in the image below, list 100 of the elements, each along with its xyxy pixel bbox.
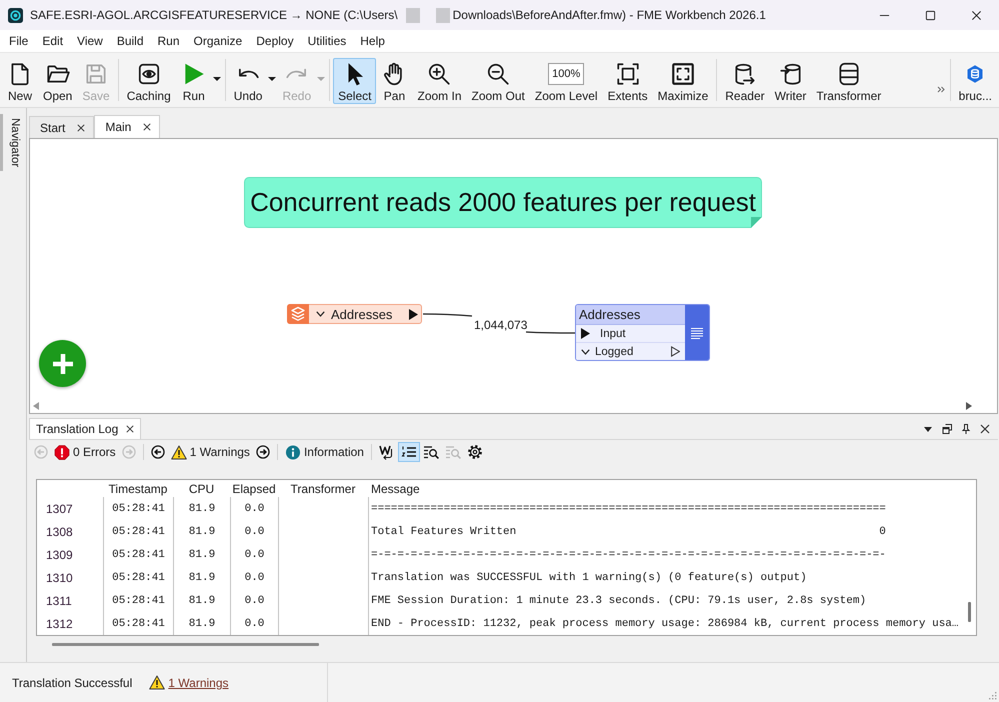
list-icon [400,444,417,460]
output-port-icon[interactable] [671,346,680,357]
undo-button[interactable]: Undo [228,58,268,104]
message-cell: Translation was SUCCESSFUL with 1 warning(s) (0 feature(s) output) [368,566,962,589]
column-header[interactable]: Timestamp [103,480,173,497]
table-cell: 81.9 [173,612,230,635]
log-panel-tab[interactable]: Translation Log [29,418,142,439]
text-lines-icon [689,326,705,342]
column-header[interactable]: CPU [173,480,230,497]
add-button[interactable] [39,340,86,387]
gear-icon [466,444,483,460]
table-cell: 0.0 [230,497,278,520]
select-button[interactable]: Select [333,58,376,104]
table-cell: 0.0 [230,543,278,566]
menu-item[interactable]: Organize [186,32,250,50]
frame-icon [670,61,696,87]
menu-item[interactable]: File [2,32,36,50]
line-number: 1307 [45,500,72,518]
app-logo-icon [8,8,23,22]
warnings-link[interactable]: 1 Warnings [168,676,229,690]
maximize-button[interactable]: Maximize [652,58,714,104]
writer-button[interactable]: Writer [770,58,812,104]
port-label: Input [600,328,627,340]
account-button[interactable]: bruc... [954,58,997,104]
document-tab[interactable]: Start [29,116,94,138]
pin-icon[interactable] [961,424,971,434]
status-text: Translation Successful [12,676,132,690]
menu-item[interactable]: Run [150,32,187,50]
plus-icon [50,352,74,376]
caret-icon [212,77,221,81]
circle-arrow-right-icon [122,445,136,459]
chevron-down-icon[interactable] [581,348,590,354]
input-port-icon[interactable] [581,328,590,339]
extents-button[interactable]: Extents [602,58,653,104]
close-icon[interactable] [126,425,134,433]
table-cell: 81.9 [173,497,230,520]
resize-grip-icon[interactable] [987,690,997,700]
message-cell: =-=-=-=-=-=-=-=-=-=-=-=-=-=-=-=-=-=-=-=-=-=-=-=-=-=-=-=-=-=-=-=-=-=-=-=-=-=-=- [368,543,962,566]
menu-item[interactable]: View [70,32,110,50]
column-header[interactable]: Message [368,480,962,497]
zoom-out-icon [485,61,512,87]
column-header[interactable]: Transformer [278,480,368,497]
table-cell: 0.0 [230,520,278,543]
close-icon [970,10,982,20]
column-header[interactable]: Elapsed [230,480,278,497]
output-port-icon[interactable] [409,308,418,320]
zoom-level-button[interactable]: 100% Zoom Level [530,58,603,104]
layers-icon [287,304,309,324]
close-icon[interactable] [77,124,86,132]
message-cell: FME Session Duration: 1 minute 23.3 seconds. (CPU: 79.1s user, 2.8s system) [368,589,962,612]
table-cell: 0.0 [230,612,278,635]
menu-item[interactable]: Utilities [300,32,354,50]
open-button[interactable]: Open [38,58,78,104]
corner-brackets-icon [614,61,641,87]
page-fold-icon [751,217,762,228]
chevron-down-icon[interactable] [316,311,325,317]
document-tab[interactable]: Main [94,115,160,138]
list-search-icon [444,444,461,460]
message-cell: ============================================================================== [368,497,962,520]
float-window-icon[interactable] [942,424,952,434]
horizontal-scrollbar-thumb[interactable] [52,643,319,646]
close-icon[interactable] [980,424,990,434]
feature-count-label: 1,044,073 [474,318,528,332]
run-button[interactable]: Run [176,58,212,104]
table-cell: 05:28:41 [103,566,173,589]
word-wrap-icon [378,444,395,460]
zoom-out-button[interactable]: Zoom Out [466,58,530,104]
line-number: 1312 [45,616,72,632]
zoom-in-button[interactable]: Zoom In [412,58,466,104]
zoom-level-field[interactable]: 100% [548,63,584,85]
table-cell: 05:28:41 [103,589,173,612]
table-cell: 0.0 [230,589,278,612]
menu-item[interactable]: Deploy [249,32,301,50]
transformer-button[interactable]: Transformer [811,58,886,104]
redaction-block [406,8,420,22]
menu-item[interactable]: Edit [35,32,70,50]
new-button[interactable]: New [2,58,38,104]
pan-button[interactable]: Pan [376,58,412,104]
annotation-text: Concurrent reads 2000 features per request [250,187,756,218]
info-icon [284,444,301,460]
error-icon [54,444,70,460]
circle-arrow-right-icon [256,445,270,459]
navigator-tab[interactable]: Navigator [0,114,26,172]
reader-button[interactable]: Reader [720,58,770,104]
redaction-block [436,8,450,22]
vertical-scrollbar-thumb[interactable] [968,602,970,622]
errors-filter-button[interactable]: 0 Errors [51,442,119,462]
menu-item[interactable]: Build [110,32,151,50]
close-icon[interactable] [143,123,152,131]
list-button[interactable] [398,442,420,462]
window-title-continuation: Downloads\BeforeAndAfter.fmw) - FME Workbench 2026.1 [452,8,766,22]
warnings-filter-button[interactable]: 1 Warnings [168,442,253,462]
information-filter-button[interactable]: Information [282,442,367,462]
scroll-left-arrow-icon[interactable] [33,402,39,410]
menu-item[interactable]: Help [353,32,392,50]
caret-icon [268,77,276,81]
caching-button[interactable]: Caching [122,58,176,104]
scroll-right-arrow-icon[interactable] [966,402,972,410]
reader-name: Addresses [331,306,394,322]
double-chevron-icon [936,86,945,92]
